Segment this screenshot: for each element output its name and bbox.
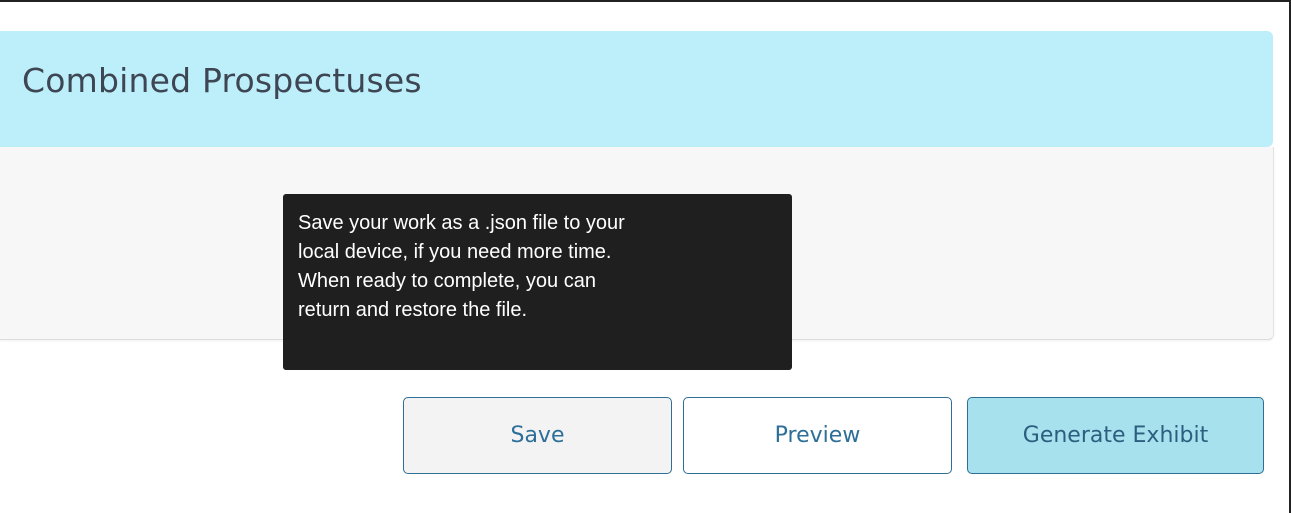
preview-button[interactable]: Preview xyxy=(683,397,952,474)
action-button-group: Save Preview Generate Exhibit xyxy=(403,397,1265,474)
tooltip-line: return and restore the file. xyxy=(298,299,528,321)
generate-exhibit-button[interactable]: Generate Exhibit xyxy=(967,397,1264,474)
tooltip-line: local device, if you need more time. xyxy=(298,241,612,263)
tooltip-line: Save your work as a .json file to your xyxy=(298,212,625,234)
tooltip-line: When ready to complete, you can xyxy=(298,270,596,292)
screenshot-frame: Combined Prospectuses Save your work as … xyxy=(0,0,1291,513)
page-title: Combined Prospectuses xyxy=(22,61,422,100)
save-tooltip: Save your work as a .json file to your l… xyxy=(283,194,792,370)
save-button[interactable]: Save xyxy=(403,397,672,474)
